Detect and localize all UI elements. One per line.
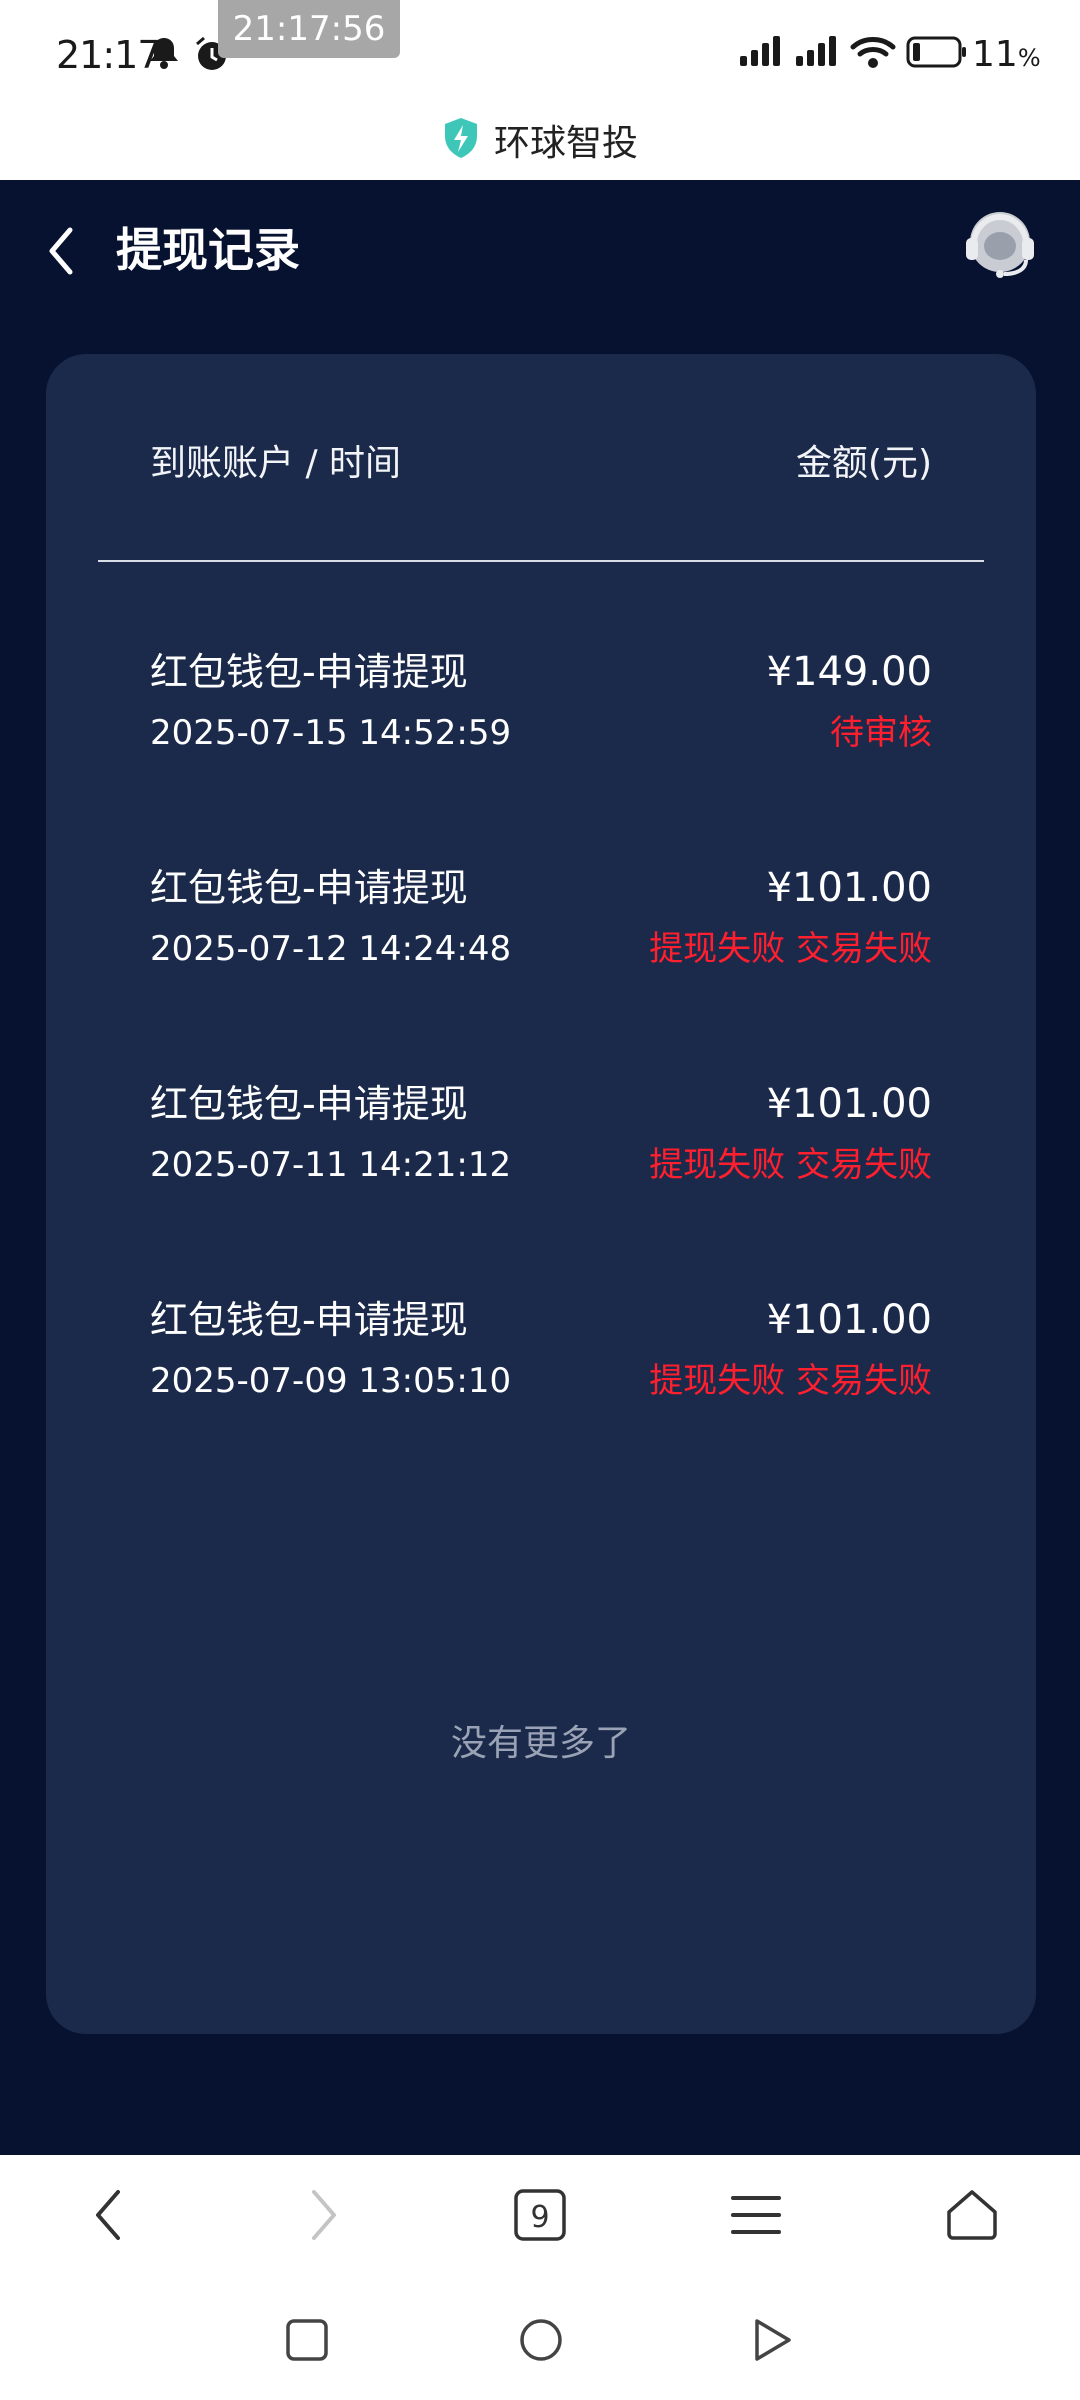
hamburger-icon xyxy=(731,2196,781,2234)
table-header: 到账账户 / 时间 金额(元) xyxy=(150,434,932,486)
battery-level: 11% xyxy=(972,34,1041,75)
status-bar: 21:17 21:17:56 11% xyxy=(0,0,1080,100)
browser-menu-button[interactable] xyxy=(701,2165,811,2265)
record-title: 红包钱包-申请提现 xyxy=(150,866,468,910)
circle-icon xyxy=(520,2319,562,2361)
system-home-button[interactable] xyxy=(506,2305,576,2375)
shield-bolt-icon xyxy=(442,116,480,164)
browser-toolbar: 9 xyxy=(0,2155,1080,2275)
column-account-time: 到账账户 / 时间 xyxy=(150,443,402,484)
header-divider xyxy=(98,560,984,562)
withdrawal-record-card: 到账账户 / 时间 金额(元) 红包钱包-申请提现 2025-07-15 14:… xyxy=(46,354,1036,2034)
tabs-button[interactable]: 9 xyxy=(485,2165,595,2265)
browser-back-button[interactable] xyxy=(53,2165,163,2265)
record-amount: ¥101.00 xyxy=(766,1297,932,1343)
record-time: 2025-07-11 14:21:12 xyxy=(150,1145,512,1185)
column-amount: 金额(元) xyxy=(795,443,932,484)
record-amount: ¥149.00 xyxy=(766,649,932,695)
record-amount: ¥101.00 xyxy=(766,1081,932,1127)
record-time: 2025-07-15 14:52:59 xyxy=(150,713,512,753)
record-time: 2025-07-09 13:05:10 xyxy=(150,1361,512,1401)
status-time: 21:17 xyxy=(56,33,162,77)
signal-icon-secondary xyxy=(796,36,840,70)
recent-apps-button[interactable] xyxy=(272,2305,342,2375)
signal-icon xyxy=(740,36,784,70)
browser-home-button[interactable] xyxy=(917,2165,1027,2265)
record-item[interactable]: 红包钱包-申请提现 2025-07-15 14:52:59 ¥149.00 待审… xyxy=(150,644,932,860)
record-status: 提现失败 交易失败 xyxy=(649,1145,932,1185)
page-title: 提现记录 xyxy=(116,223,300,277)
chevron-right-icon xyxy=(312,2190,336,2240)
site-title: 环球智投 xyxy=(493,123,638,164)
record-amount: ¥101.00 xyxy=(766,865,932,911)
record-item[interactable]: 红包钱包-申请提现 2025-07-11 14:21:12 ¥101.00 提现… xyxy=(150,1076,932,1292)
bell-icon xyxy=(148,36,180,74)
browser-forward-button[interactable] xyxy=(269,2165,379,2265)
record-title: 红包钱包-申请提现 xyxy=(150,1082,468,1126)
customer-service-button[interactable] xyxy=(960,204,1040,284)
home-icon xyxy=(947,2190,997,2240)
browser-title-bar: 环球智投 xyxy=(0,100,1080,180)
back-button[interactable] xyxy=(36,216,86,286)
no-more-text: 没有更多了 xyxy=(450,1723,631,1764)
system-back-button[interactable] xyxy=(738,2305,808,2375)
wifi-icon xyxy=(850,36,896,74)
record-list: 红包钱包-申请提现 2025-07-15 14:52:59 ¥149.00 待审… xyxy=(150,644,932,1508)
chevron-left-icon xyxy=(49,227,73,275)
record-title: 红包钱包-申请提现 xyxy=(150,1298,468,1342)
record-status: 提现失败 交易失败 xyxy=(649,1361,932,1401)
battery-icon xyxy=(906,36,968,72)
record-title: 红包钱包-申请提现 xyxy=(150,650,468,694)
record-status: 待审核 xyxy=(830,713,932,753)
tab-count-icon: 9 xyxy=(514,2189,566,2241)
record-time: 2025-07-12 14:24:48 xyxy=(150,929,512,969)
tab-count: 9 xyxy=(530,2200,549,2235)
record-item[interactable]: 红包钱包-申请提现 2025-07-12 14:24:48 ¥101.00 提现… xyxy=(150,860,932,1076)
floating-clock: 21:17:56 xyxy=(218,0,400,58)
system-navigation-bar xyxy=(0,2275,1080,2400)
chevron-left-icon xyxy=(96,2190,120,2240)
triangle-back-icon xyxy=(755,2319,791,2361)
square-icon xyxy=(286,2319,328,2361)
app-content: 提现记录 到账账户 / 时间 金额(元) 红包钱包-申请提现 2025-07-1… xyxy=(0,180,1080,2155)
record-item[interactable]: 红包钱包-申请提现 2025-07-09 13:05:10 ¥101.00 提现… xyxy=(150,1292,932,1508)
record-status: 提现失败 交易失败 xyxy=(649,929,932,969)
headset-icon xyxy=(966,212,1034,278)
